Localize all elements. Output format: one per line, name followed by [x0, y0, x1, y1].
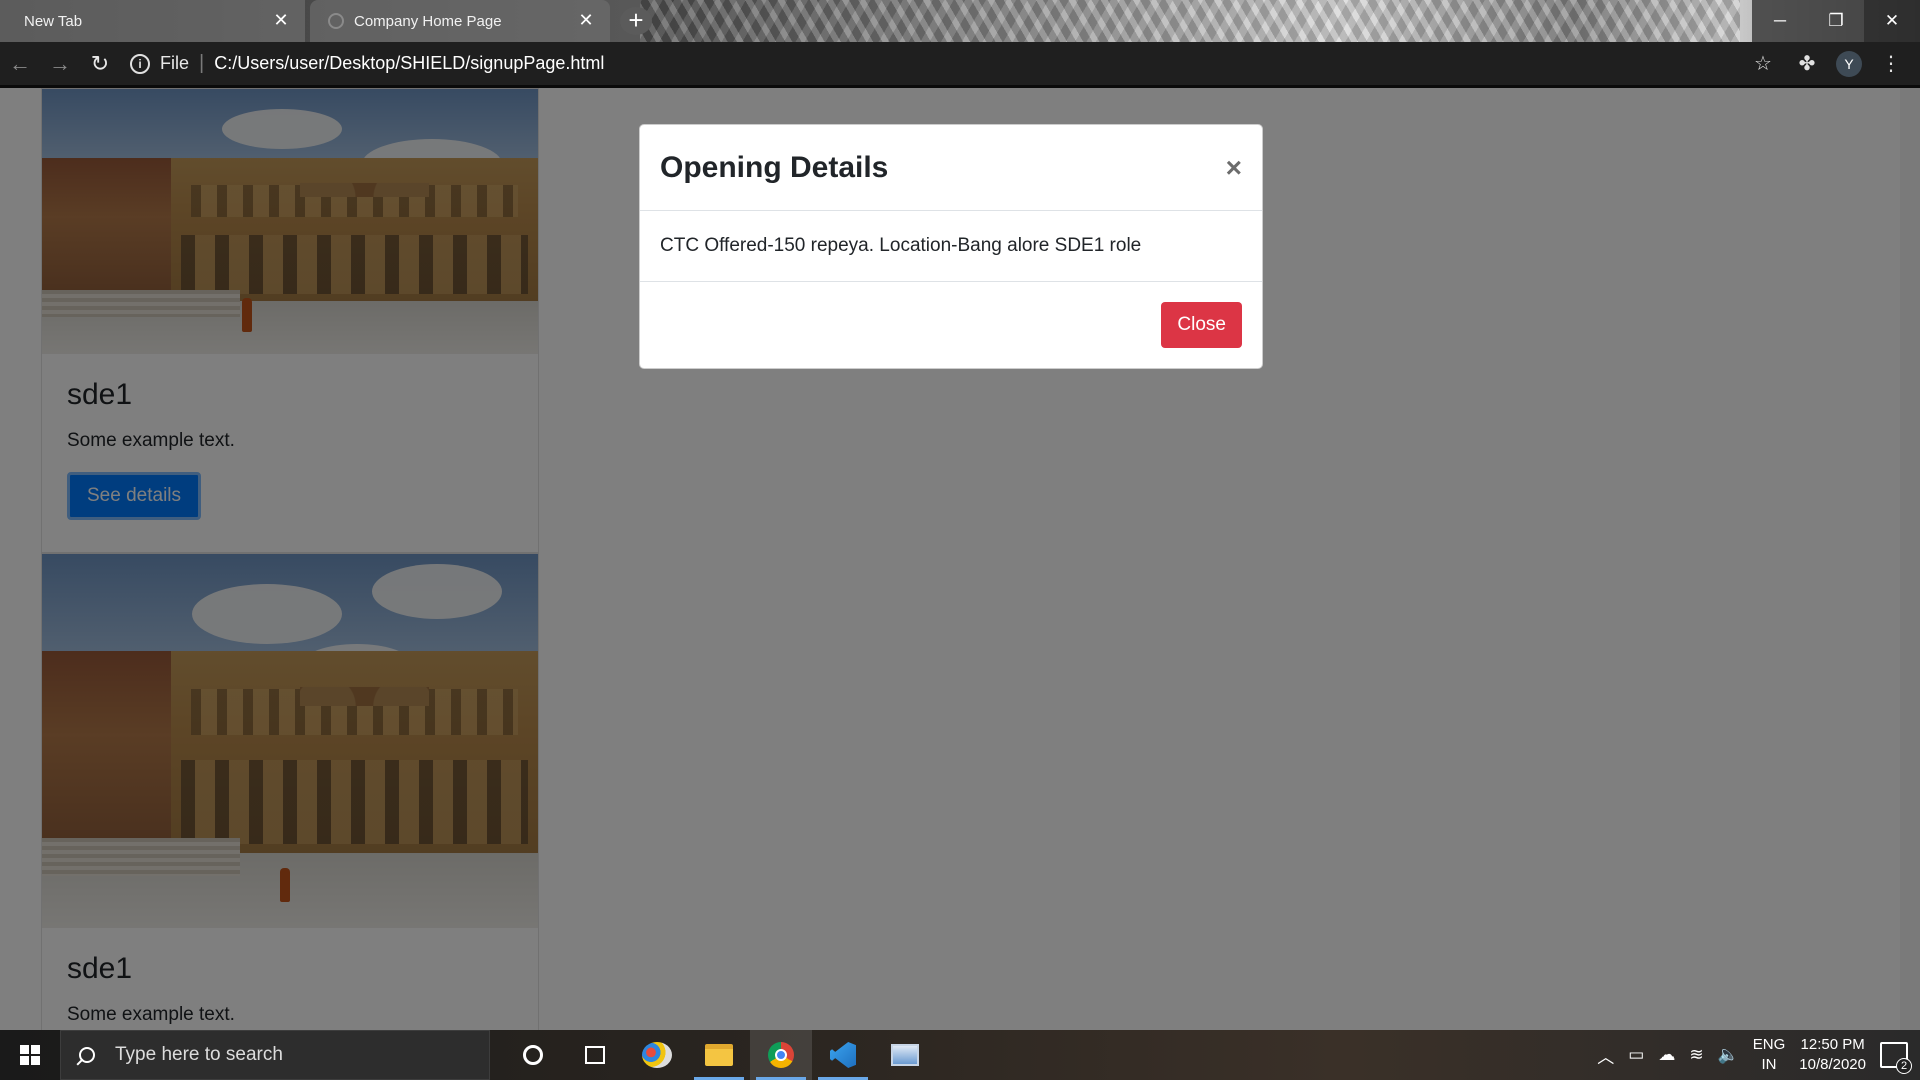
- reload-button[interactable]: ↻: [80, 44, 120, 84]
- task-view-button[interactable]: [564, 1030, 626, 1080]
- opening-details-modal: Opening Details × CTC Offered-150 repeya…: [639, 124, 1263, 369]
- input-language[interactable]: ENG IN: [1753, 1035, 1786, 1075]
- clock[interactable]: 12:50 PM 10/8/2020: [1799, 1035, 1866, 1075]
- page-scrollbar[interactable]: [1900, 88, 1920, 1030]
- wifi-icon[interactable]: ≋: [1689, 1045, 1703, 1065]
- cortana-button[interactable]: [502, 1030, 564, 1080]
- search-icon: [79, 1047, 95, 1063]
- modal-header: Opening Details ×: [640, 125, 1262, 211]
- tab-close-icon[interactable]: ✕: [271, 11, 291, 29]
- arrow-left-icon: ←: [9, 50, 31, 76]
- remote-desktop-button[interactable]: [874, 1030, 936, 1080]
- window-controls: ─ ❐ ✕: [1752, 0, 1920, 42]
- page-viewport: sde1 Some example text. See details sde1…: [0, 88, 1920, 1030]
- close-icon[interactable]: ×: [1226, 153, 1242, 182]
- paint-icon: [642, 1042, 672, 1068]
- info-icon[interactable]: i: [130, 53, 150, 74]
- extensions-puzzle-icon[interactable]: ✤: [1792, 49, 1822, 79]
- new-tab-button[interactable]: +: [620, 7, 652, 35]
- modal-title: Opening Details: [660, 150, 889, 184]
- notification-count-badge: 2: [1896, 1058, 1912, 1074]
- remote-desktop-icon: [891, 1044, 919, 1066]
- separator: |: [199, 52, 205, 74]
- tab-close-icon[interactable]: ✕: [576, 11, 596, 29]
- taskbar-apps: [502, 1030, 936, 1080]
- arrow-right-icon: →: [49, 50, 71, 76]
- cloud-icon[interactable]: ☁: [1658, 1045, 1675, 1065]
- vscode-icon: [830, 1042, 856, 1068]
- chrome-button[interactable]: [750, 1030, 812, 1080]
- search-placeholder: Type here to search: [115, 1044, 283, 1065]
- notification-center-icon[interactable]: 2: [1880, 1042, 1912, 1074]
- taskbar-search[interactable]: Type here to search: [60, 1030, 490, 1080]
- windows-logo-icon: [20, 1045, 40, 1065]
- reload-icon: ↻: [90, 50, 110, 76]
- modal-body: CTC Offered-150 repeya. Location-Bang al…: [640, 211, 1262, 282]
- tab-company-home-page[interactable]: Company Home Page ✕: [310, 0, 610, 42]
- region-code: IN: [1761, 1056, 1777, 1073]
- restore-button[interactable]: ❐: [1808, 0, 1864, 42]
- vscode-button[interactable]: [812, 1030, 874, 1080]
- back-button[interactable]: ←: [0, 44, 40, 84]
- theme-background: [640, 0, 1740, 42]
- cortana-icon: [523, 1045, 543, 1065]
- url-text[interactable]: C:/Users/user/Desktop/SHIELD/signupPage.…: [214, 53, 604, 74]
- toolbar-actions: ☆ ✤ Y ⋮: [1748, 49, 1906, 79]
- browser-toolbar: ← → ↻ i File | C:/Users/user/Desktop/SHI…: [0, 42, 1920, 88]
- windows-taskbar: Type here to search ︿ ▭ ☁ ≋ 🔈 ENG IN 12:…: [0, 1030, 1920, 1080]
- lang-code: ENG: [1752, 1036, 1786, 1053]
- file-explorer-icon: [705, 1044, 733, 1066]
- file-explorer-button[interactable]: [688, 1030, 750, 1080]
- tab-label: Company Home Page: [354, 12, 502, 30]
- clock-date: 10/8/2020: [1799, 1056, 1866, 1073]
- globe-icon: [328, 13, 344, 29]
- address-bar[interactable]: i File | C:/Users/user/Desktop/SHIELD/si…: [130, 47, 1748, 81]
- battery-icon[interactable]: ▭: [1628, 1045, 1644, 1065]
- forward-button[interactable]: →: [40, 44, 80, 84]
- tab-new-tab[interactable]: New Tab ✕: [0, 0, 305, 42]
- paint-button[interactable]: [626, 1030, 688, 1080]
- chrome-icon: [768, 1042, 794, 1068]
- bookmark-star-icon[interactable]: ☆: [1748, 49, 1778, 79]
- clock-time: 12:50 PM: [1800, 1036, 1865, 1053]
- chevron-up-icon[interactable]: ︿: [1597, 1043, 1614, 1068]
- browser-title-bar: New Tab ✕ Company Home Page ✕ + ─ ❐ ✕: [0, 0, 1920, 42]
- volume-icon[interactable]: 🔈: [1718, 1045, 1739, 1065]
- profile-avatar[interactable]: Y: [1836, 50, 1862, 77]
- close-button[interactable]: Close: [1161, 302, 1242, 348]
- scheme-label: File: [160, 53, 190, 73]
- menu-kebab-icon[interactable]: ⋮: [1876, 49, 1906, 79]
- system-tray: ︿ ▭ ☁ ≋ 🔈 ENG IN 12:50 PM 10/8/2020 2: [1597, 1035, 1920, 1075]
- close-window-button[interactable]: ✕: [1864, 0, 1920, 42]
- start-button[interactable]: [0, 1030, 60, 1080]
- task-view-icon: [585, 1046, 605, 1064]
- minimize-button[interactable]: ─: [1752, 0, 1808, 42]
- tab-label: New Tab: [24, 12, 83, 30]
- modal-footer: Close: [640, 282, 1262, 368]
